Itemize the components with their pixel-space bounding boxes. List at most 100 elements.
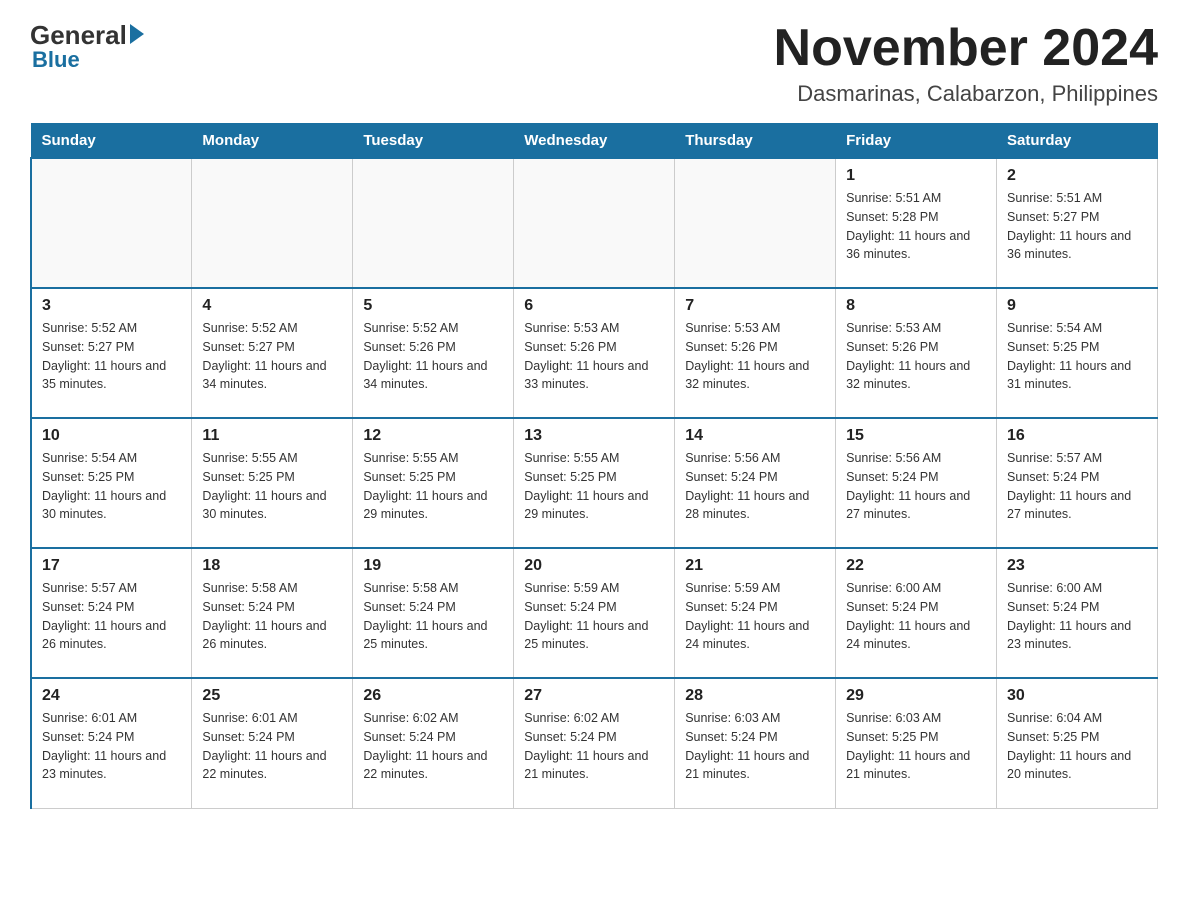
calendar-cell: 23 Sunrise: 6:00 AM Sunset: 5:24 PM Dayli… bbox=[997, 548, 1158, 678]
calendar-week-row: 24Sunrise: 6:01 AM Sunset: 5:24 PM Dayli… bbox=[31, 678, 1158, 808]
day-number: 30 bbox=[1007, 687, 1147, 705]
day-number: 17 bbox=[42, 557, 181, 575]
day-number: 19 bbox=[363, 557, 503, 575]
day-info: Sunrise: 5:57 AM Sunset: 5:24 PM Dayligh… bbox=[1007, 449, 1147, 524]
day-number: 12 bbox=[363, 427, 503, 445]
day-info: Sunrise: 5:51 AM Sunset: 5:28 PM Dayligh… bbox=[846, 189, 986, 264]
day-info: Sunrise: 5:56 AM Sunset: 5:24 PM Dayligh… bbox=[846, 449, 986, 524]
day-info: Sunrise: 5:56 AM Sunset: 5:24 PM Dayligh… bbox=[685, 449, 825, 524]
page-header: General Blue November 2024 Dasmarinas, C… bbox=[30, 20, 1158, 107]
day-info: Sunrise: 6:04 AM Sunset: 5:25 PM Dayligh… bbox=[1007, 709, 1147, 784]
day-info: Sunrise: 5:55 AM Sunset: 5:25 PM Dayligh… bbox=[363, 449, 503, 524]
calendar-cell: 7 Sunrise: 5:53 AM Sunset: 5:26 PM Daylig… bbox=[675, 288, 836, 418]
day-info: Sunrise: 6:03 AM Sunset: 5:24 PM Dayligh… bbox=[685, 709, 825, 784]
calendar-cell: 12 Sunrise: 5:55 AM Sunset: 5:25 PM Dayli… bbox=[353, 418, 514, 548]
calendar-week-row: 1 Sunrise: 5:51 AM Sunset: 5:28 PM Daylig… bbox=[31, 158, 1158, 288]
calendar-cell: 13 Sunrise: 5:55 AM Sunset: 5:25 PM Dayli… bbox=[514, 418, 675, 548]
day-number: 23 bbox=[1007, 557, 1147, 575]
calendar-cell bbox=[192, 158, 353, 288]
day-of-week-header: Wednesday bbox=[514, 124, 675, 159]
calendar-cell: 20 Sunrise: 5:59 AM Sunset: 5:24 PM Dayli… bbox=[514, 548, 675, 678]
logo-arrow-icon bbox=[130, 24, 144, 44]
calendar-cell: 19 Sunrise: 5:58 AM Sunset: 5:24 PM Dayli… bbox=[353, 548, 514, 678]
calendar-cell: 8 Sunrise: 5:53 AM Sunset: 5:26 PM Daylig… bbox=[836, 288, 997, 418]
day-number: 5 bbox=[363, 297, 503, 315]
location: Dasmarinas, Calabarzon, Philippines bbox=[774, 81, 1158, 107]
day-info: Sunrise: 5:54 AM Sunset: 5:25 PM Dayligh… bbox=[1007, 319, 1147, 394]
calendar-cell bbox=[31, 158, 192, 288]
day-info: Sunrise: 5:53 AM Sunset: 5:26 PM Dayligh… bbox=[846, 319, 986, 394]
day-number: 8 bbox=[846, 297, 986, 315]
calendar-week-row: 10Sunrise: 5:54 AM Sunset: 5:25 PM Dayli… bbox=[31, 418, 1158, 548]
day-info: Sunrise: 6:00 AM Sunset: 5:24 PM Dayligh… bbox=[846, 579, 986, 654]
calendar-cell: 30 Sunrise: 6:04 AM Sunset: 5:25 PM Dayli… bbox=[997, 678, 1158, 808]
calendar-cell: 1 Sunrise: 5:51 AM Sunset: 5:28 PM Daylig… bbox=[836, 158, 997, 288]
calendar-cell: 16Sunrise: 5:57 AM Sunset: 5:24 PM Dayli… bbox=[997, 418, 1158, 548]
day-number: 28 bbox=[685, 687, 825, 705]
calendar-cell: 2 Sunrise: 5:51 AM Sunset: 5:27 PM Daylig… bbox=[997, 158, 1158, 288]
day-info: Sunrise: 5:59 AM Sunset: 5:24 PM Dayligh… bbox=[685, 579, 825, 654]
day-of-week-header: Tuesday bbox=[353, 124, 514, 159]
calendar-cell: 27 Sunrise: 6:02 AM Sunset: 5:24 PM Dayli… bbox=[514, 678, 675, 808]
day-info: Sunrise: 6:00 AM Sunset: 5:24 PM Dayligh… bbox=[1007, 579, 1147, 654]
day-info: Sunrise: 6:02 AM Sunset: 5:24 PM Dayligh… bbox=[363, 709, 503, 784]
day-number: 3 bbox=[42, 297, 181, 315]
day-of-week-header: Sunday bbox=[31, 124, 192, 159]
day-info: Sunrise: 5:53 AM Sunset: 5:26 PM Dayligh… bbox=[685, 319, 825, 394]
calendar-table: SundayMondayTuesdayWednesdayThursdayFrid… bbox=[30, 123, 1158, 809]
calendar-cell: 24Sunrise: 6:01 AM Sunset: 5:24 PM Dayli… bbox=[31, 678, 192, 808]
calendar-cell: 3 Sunrise: 5:52 AM Sunset: 5:27 PM Daylig… bbox=[31, 288, 192, 418]
day-info: Sunrise: 5:52 AM Sunset: 5:27 PM Dayligh… bbox=[42, 319, 181, 394]
day-number: 1 bbox=[846, 167, 986, 185]
day-number: 20 bbox=[524, 557, 664, 575]
day-of-week-header: Monday bbox=[192, 124, 353, 159]
day-number: 15 bbox=[846, 427, 986, 445]
calendar-cell: 22Sunrise: 6:00 AM Sunset: 5:24 PM Dayli… bbox=[836, 548, 997, 678]
calendar-cell: 4Sunrise: 5:52 AM Sunset: 5:27 PM Daylig… bbox=[192, 288, 353, 418]
calendar-cell: 5 Sunrise: 5:52 AM Sunset: 5:26 PM Daylig… bbox=[353, 288, 514, 418]
day-number: 18 bbox=[202, 557, 342, 575]
calendar-cell: 29Sunrise: 6:03 AM Sunset: 5:25 PM Dayli… bbox=[836, 678, 997, 808]
day-number: 6 bbox=[524, 297, 664, 315]
month-title: November 2024 bbox=[774, 20, 1158, 77]
day-info: Sunrise: 6:01 AM Sunset: 5:24 PM Dayligh… bbox=[202, 709, 342, 784]
day-number: 4 bbox=[202, 297, 342, 315]
day-number: 7 bbox=[685, 297, 825, 315]
calendar-cell: 21Sunrise: 5:59 AM Sunset: 5:24 PM Dayli… bbox=[675, 548, 836, 678]
day-number: 9 bbox=[1007, 297, 1147, 315]
calendar-cell: 17Sunrise: 5:57 AM Sunset: 5:24 PM Dayli… bbox=[31, 548, 192, 678]
logo-blue: Blue bbox=[32, 47, 80, 73]
calendar-cell: 15 Sunrise: 5:56 AM Sunset: 5:24 PM Dayli… bbox=[836, 418, 997, 548]
calendar-cell bbox=[514, 158, 675, 288]
calendar-cell: 28 Sunrise: 6:03 AM Sunset: 5:24 PM Dayli… bbox=[675, 678, 836, 808]
day-info: Sunrise: 5:55 AM Sunset: 5:25 PM Dayligh… bbox=[524, 449, 664, 524]
calendar-cell: 6 Sunrise: 5:53 AM Sunset: 5:26 PM Daylig… bbox=[514, 288, 675, 418]
day-info: Sunrise: 6:03 AM Sunset: 5:25 PM Dayligh… bbox=[846, 709, 986, 784]
calendar-week-row: 17Sunrise: 5:57 AM Sunset: 5:24 PM Dayli… bbox=[31, 548, 1158, 678]
day-info: Sunrise: 6:01 AM Sunset: 5:24 PM Dayligh… bbox=[42, 709, 181, 784]
calendar-cell: 18 Sunrise: 5:58 AM Sunset: 5:24 PM Dayli… bbox=[192, 548, 353, 678]
day-of-week-header: Thursday bbox=[675, 124, 836, 159]
title-block: November 2024 Dasmarinas, Calabarzon, Ph… bbox=[774, 20, 1158, 107]
day-info: Sunrise: 5:53 AM Sunset: 5:26 PM Dayligh… bbox=[524, 319, 664, 394]
calendar-week-row: 3 Sunrise: 5:52 AM Sunset: 5:27 PM Daylig… bbox=[31, 288, 1158, 418]
calendar-cell: 25 Sunrise: 6:01 AM Sunset: 5:24 PM Dayli… bbox=[192, 678, 353, 808]
day-info: Sunrise: 6:02 AM Sunset: 5:24 PM Dayligh… bbox=[524, 709, 664, 784]
day-number: 11 bbox=[202, 427, 342, 445]
day-info: Sunrise: 5:55 AM Sunset: 5:25 PM Dayligh… bbox=[202, 449, 342, 524]
day-of-week-header: Saturday bbox=[997, 124, 1158, 159]
day-number: 13 bbox=[524, 427, 664, 445]
day-info: Sunrise: 5:51 AM Sunset: 5:27 PM Dayligh… bbox=[1007, 189, 1147, 264]
day-info: Sunrise: 5:58 AM Sunset: 5:24 PM Dayligh… bbox=[363, 579, 503, 654]
day-number: 27 bbox=[524, 687, 664, 705]
day-number: 2 bbox=[1007, 167, 1147, 185]
day-info: Sunrise: 5:52 AM Sunset: 5:26 PM Dayligh… bbox=[363, 319, 503, 394]
day-info: Sunrise: 5:54 AM Sunset: 5:25 PM Dayligh… bbox=[42, 449, 181, 524]
calendar-cell: 10Sunrise: 5:54 AM Sunset: 5:25 PM Dayli… bbox=[31, 418, 192, 548]
day-info: Sunrise: 5:58 AM Sunset: 5:24 PM Dayligh… bbox=[202, 579, 342, 654]
day-of-week-header: Friday bbox=[836, 124, 997, 159]
calendar-cell bbox=[353, 158, 514, 288]
calendar-cell: 9 Sunrise: 5:54 AM Sunset: 5:25 PM Daylig… bbox=[997, 288, 1158, 418]
day-number: 25 bbox=[202, 687, 342, 705]
day-info: Sunrise: 5:59 AM Sunset: 5:24 PM Dayligh… bbox=[524, 579, 664, 654]
